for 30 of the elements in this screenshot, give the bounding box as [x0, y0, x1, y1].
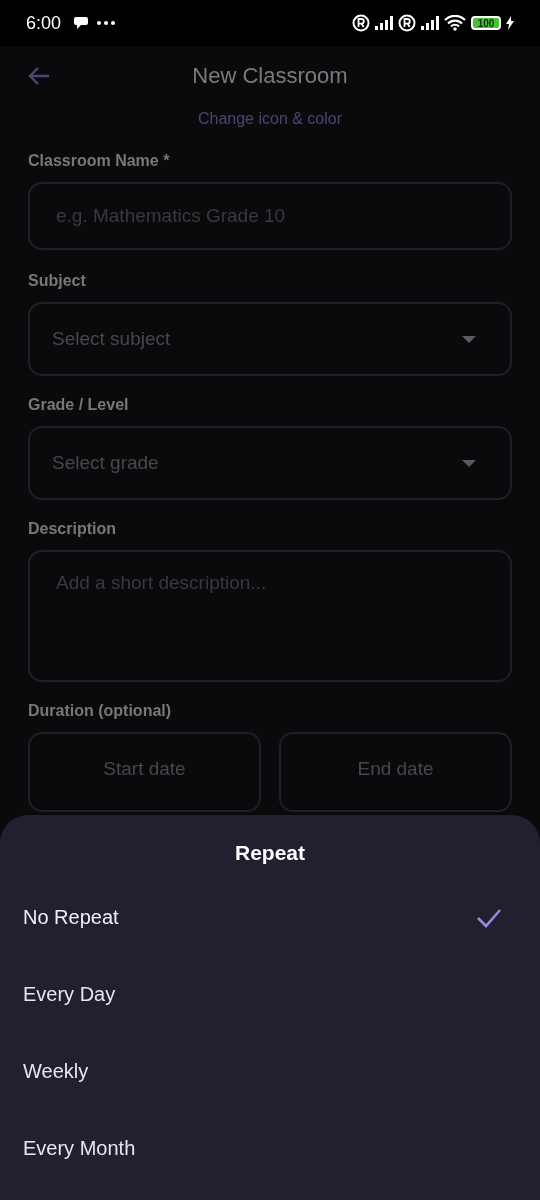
screen-title: New Classroom	[192, 63, 348, 89]
field-label: Classroom Name *	[28, 152, 171, 170]
field-label: Description	[28, 520, 117, 538]
wifi-icon	[444, 15, 466, 31]
start-date-field[interactable]: Start date	[28, 732, 261, 812]
checkmark-icon	[476, 907, 502, 928]
chat-bubble-icon	[73, 16, 90, 30]
dropdown-caret-icon	[462, 335, 476, 343]
field-label: Subject	[28, 272, 87, 290]
dropdown-field[interactable]: Select subject	[28, 302, 512, 376]
repeat-option[interactable]: Weekly	[0, 1033, 540, 1110]
repeat-option[interactable]: Every Day	[0, 956, 540, 1033]
clock-time: 6:00	[26, 12, 62, 34]
dropdown-field[interactable]: Select grade	[28, 426, 512, 500]
charging-bolt-icon	[506, 16, 514, 30]
end-date-field[interactable]: End date	[279, 732, 512, 812]
change-icon-link[interactable]: Change icon & color	[197, 110, 343, 127]
registered-icon	[398, 14, 416, 32]
repeat-option[interactable]: Every Month	[0, 1110, 540, 1187]
sheet-title: Repeat	[234, 841, 306, 865]
back-arrow-icon[interactable]	[28, 66, 50, 86]
signal-icon	[375, 16, 393, 30]
dropdown-caret-icon	[462, 459, 476, 467]
repeat-option[interactable]: No Repeat	[0, 879, 540, 956]
registered-icon	[352, 14, 370, 32]
field-label: Duration (optional)	[28, 702, 173, 720]
more-dots-icon	[97, 21, 116, 25]
battery-icon: 100	[471, 16, 501, 30]
signal-icon	[421, 16, 439, 30]
field-label: Grade / Level	[28, 396, 130, 414]
